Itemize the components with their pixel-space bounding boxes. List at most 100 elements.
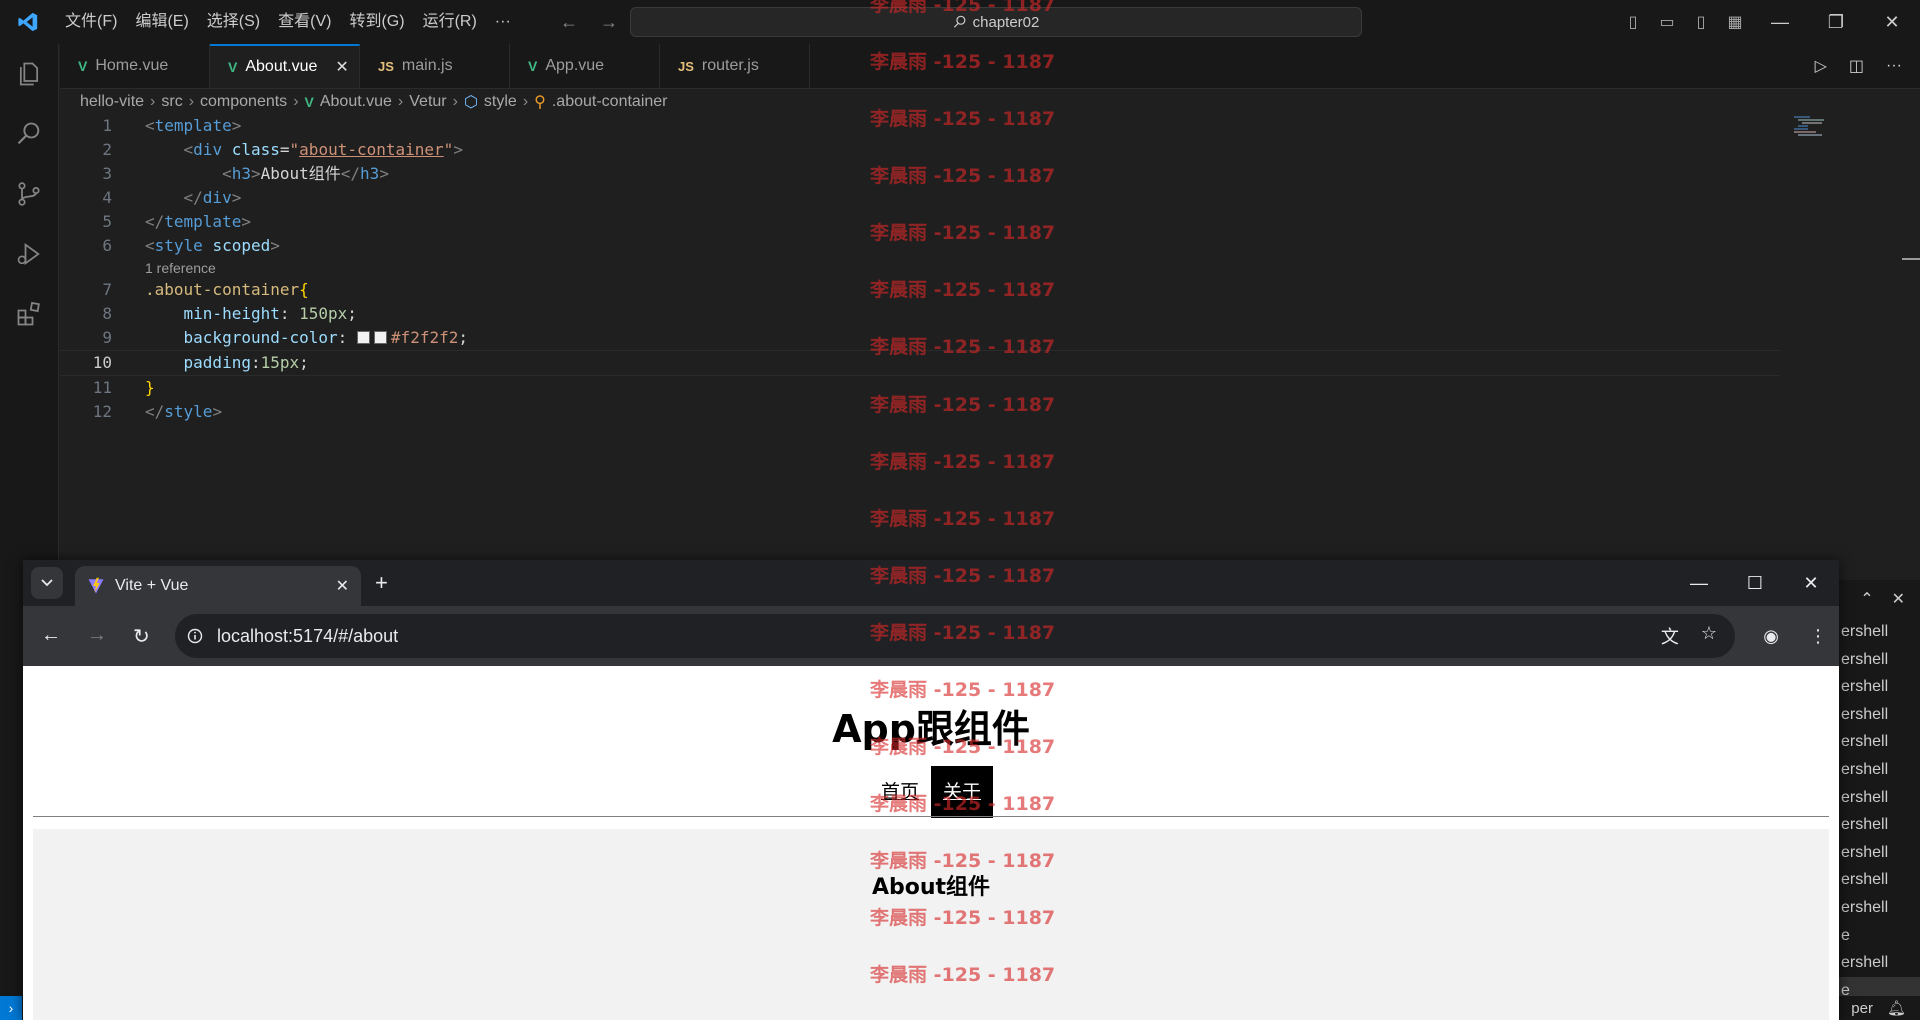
terminal-list-item[interactable]: ershell xyxy=(1839,784,1920,812)
code-token: 150px xyxy=(299,304,348,323)
color-swatch[interactable] xyxy=(373,331,387,344)
close-window-icon[interactable]: ✕ xyxy=(1783,573,1839,594)
terminal-list-item[interactable]: ershell xyxy=(1839,646,1920,674)
translate-icon[interactable]: ⽂ xyxy=(1661,623,1679,649)
address-bar[interactable]: localhost:5174/#/about ⽂ ☆ xyxy=(175,614,1735,658)
customize-layout-icon[interactable]: ▦ xyxy=(1718,12,1752,32)
url-text[interactable]: localhost:5174/#/about xyxy=(217,626,398,647)
terminal-list-item[interactable]: ershell xyxy=(1839,756,1920,784)
browser-menu-icon[interactable]: ⋮ xyxy=(1809,626,1827,647)
menu-selection[interactable]: 选择(S) xyxy=(198,0,269,44)
terminal-list-item[interactable]: ershell xyxy=(1839,811,1920,839)
minimize-icon[interactable]: — xyxy=(1671,573,1727,594)
menu-file[interactable]: 文件(F) xyxy=(56,0,126,44)
split-editor-icon[interactable]: ◫ xyxy=(1849,56,1864,76)
browser-window-controls: — ☐ ✕ xyxy=(1671,560,1839,606)
new-tab-icon[interactable]: + xyxy=(375,570,388,596)
breadcrumb-item[interactable]: style xyxy=(484,93,517,111)
watermark-text: 李晨雨 -125 - 1187 xyxy=(870,508,1056,530)
terminal-list-item[interactable]: ershell xyxy=(1839,949,1920,977)
menu-edit[interactable]: 编辑(E) xyxy=(126,0,197,44)
nav-link-about[interactable]: 关于 xyxy=(931,766,994,818)
line-number: 10 xyxy=(92,353,112,372)
code-editor[interactable]: 1 <template> 2 <div class="about-containe… xyxy=(60,114,1780,424)
code-token: About组件 xyxy=(260,164,341,183)
back-arrow-icon[interactable]: ← xyxy=(41,624,61,649)
restore-icon[interactable]: ❐ xyxy=(1808,12,1864,33)
maximize-icon[interactable]: ☐ xyxy=(1727,573,1783,594)
browser-tab-title: Vite + Vue xyxy=(115,577,189,594)
run-debug-icon[interactable] xyxy=(0,224,58,284)
remote-indicator[interactable]: › xyxy=(0,996,22,1020)
back-arrow-icon[interactable]: ← xyxy=(560,12,578,33)
menu-more[interactable]: ··· xyxy=(486,0,520,44)
forward-arrow-icon[interactable]: → xyxy=(87,624,107,649)
forward-arrow-icon[interactable]: → xyxy=(600,12,618,33)
terminal-list-item[interactable]: ershell xyxy=(1839,701,1920,729)
close-tab-icon[interactable]: ✕ xyxy=(335,57,348,77)
toggle-primary-sidebar-icon[interactable]: ▯ xyxy=(1616,12,1650,32)
terminal-list-item[interactable]: ershell xyxy=(1839,894,1920,922)
breadcrumb: hello-vite › src › components › V About.vue… xyxy=(80,90,668,114)
browser-tools: ◉ ⋮ xyxy=(1763,606,1827,666)
menu-go[interactable]: 转到(G) xyxy=(340,0,413,44)
tab-main-js[interactable]: JS main.js xyxy=(360,44,510,88)
search-activity-icon[interactable] xyxy=(0,104,58,164)
code-token: div xyxy=(202,188,232,207)
breadcrumb-item[interactable]: components xyxy=(200,93,287,111)
run-file-icon[interactable]: ▷ xyxy=(1815,56,1827,76)
line-number: 9 xyxy=(102,328,112,347)
breadcrumb-item[interactable]: hello-vite xyxy=(80,93,144,111)
breadcrumb-item[interactable]: src xyxy=(161,93,182,111)
nav-link-home[interactable]: 首页 xyxy=(869,766,931,818)
more-actions-icon[interactable]: ··· xyxy=(1886,57,1902,75)
minimap[interactable] xyxy=(1794,116,1828,138)
breadcrumb-item[interactable]: About.vue xyxy=(320,93,392,111)
profile-icon[interactable]: ◉ xyxy=(1763,626,1779,647)
router-nav: 首页 关于 xyxy=(23,766,1839,818)
reload-icon[interactable]: ↻ xyxy=(133,624,150,649)
tab-router-js[interactable]: JS router.js xyxy=(660,44,810,88)
breadcrumb-item[interactable]: Vetur xyxy=(409,93,446,111)
color-swatch[interactable] xyxy=(356,331,370,344)
terminal-list-item[interactable]: ershell xyxy=(1839,673,1920,701)
terminal-list-item[interactable]: ershell xyxy=(1839,839,1920,867)
watermark-text: 李晨雨 -125 - 1187 xyxy=(870,451,1056,473)
close-tab-icon[interactable]: ✕ xyxy=(336,576,349,596)
toggle-secondary-sidebar-icon[interactable]: ▯ xyxy=(1684,12,1718,32)
terminal-list-item[interactable]: ershell xyxy=(1839,866,1920,894)
browser-window: Vite + Vue ✕ + — ☐ ✕ ← → ↻ localhost:517… xyxy=(23,560,1839,1020)
code-line: 11} xyxy=(60,376,1780,400)
tab-search-icon[interactable] xyxy=(31,567,63,599)
code-token: style xyxy=(164,402,213,421)
site-info-icon[interactable] xyxy=(187,628,203,644)
close-window-icon[interactable]: ✕ xyxy=(1864,12,1920,33)
bell-icon[interactable]: 🔔︎ xyxy=(1887,999,1906,1017)
explorer-icon[interactable] xyxy=(0,44,58,104)
toggle-panel-icon[interactable]: ▭ xyxy=(1650,12,1684,32)
terminal-list-item[interactable]: e xyxy=(1839,922,1920,950)
tab-about-vue[interactable]: V About.vue ✕ xyxy=(210,44,360,88)
code-line: 3 <h3>About组件</h3> xyxy=(60,162,1780,186)
codelens-references[interactable]: 1 reference xyxy=(60,258,1780,278)
source-control-icon[interactable] xyxy=(0,164,58,224)
menu-view[interactable]: 查看(V) xyxy=(269,0,340,44)
tab-home-vue[interactable]: V Home.vue xyxy=(60,44,210,88)
code-line: 12 </style> xyxy=(60,400,1780,424)
command-center-search[interactable]: chapter02 xyxy=(630,7,1362,37)
code-token: class xyxy=(231,140,280,159)
tab-app-vue[interactable]: V App.vue xyxy=(510,44,660,88)
browser-tab[interactable]: Vite + Vue ✕ xyxy=(75,566,361,606)
close-panel-icon[interactable]: ✕ xyxy=(1892,589,1905,609)
status-item[interactable]: per xyxy=(1851,1000,1873,1017)
menu-run[interactable]: 运行(R) xyxy=(414,0,486,44)
maximize-panel-icon[interactable]: ⌃ xyxy=(1860,589,1873,609)
code-line: 8 min-height: 150px; xyxy=(60,302,1780,326)
extensions-icon[interactable] xyxy=(0,284,58,344)
breadcrumb-item[interactable]: .about-container xyxy=(552,93,668,111)
minimize-icon[interactable]: — xyxy=(1752,12,1808,33)
terminal-list-item[interactable]: ershell xyxy=(1839,728,1920,756)
chevron-right-icon: › xyxy=(397,93,404,110)
bookmark-star-icon[interactable]: ☆ xyxy=(1701,623,1717,649)
terminal-list-item[interactable]: ershell xyxy=(1839,618,1920,646)
